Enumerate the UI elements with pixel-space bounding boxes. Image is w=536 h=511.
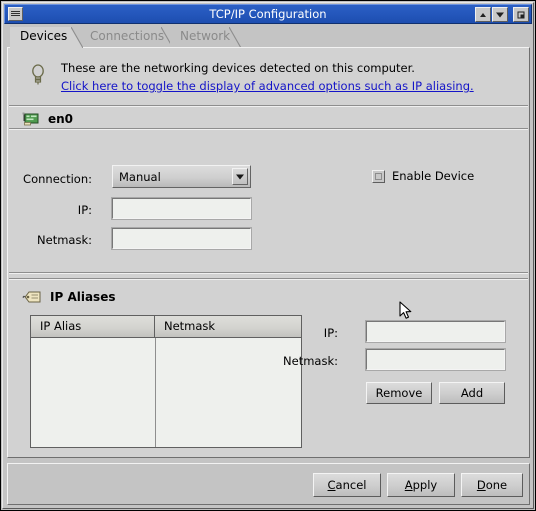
alias-column-separator bbox=[155, 338, 156, 447]
alias-netmask-label: Netmask: bbox=[283, 354, 338, 368]
hint-text-group: These are the networking devices detecte… bbox=[61, 60, 474, 94]
enable-device-label: Enable Device bbox=[392, 169, 475, 183]
done-button[interactable]: Done bbox=[461, 473, 523, 497]
lightbulb-icon bbox=[32, 64, 44, 85]
cancel-button[interactable]: Cancel bbox=[313, 473, 381, 497]
aliases-title: IP Aliases bbox=[50, 290, 116, 304]
tab-strip: Devices Connections Network bbox=[6, 27, 530, 48]
done-label-rest: one bbox=[485, 478, 508, 492]
enable-device-checkbox-row[interactable]: Enable Device bbox=[372, 169, 474, 183]
tab-slant-icon bbox=[71, 27, 83, 48]
device-ip-label: IP: bbox=[77, 203, 92, 217]
add-alias-button[interactable]: Add bbox=[439, 382, 505, 404]
connection-label: Connection: bbox=[23, 172, 92, 186]
device-group-header: en0 bbox=[22, 110, 73, 128]
devices-panel: These are the networking devices detecte… bbox=[7, 47, 530, 458]
column-header-ip-alias[interactable]: IP Alias bbox=[31, 316, 155, 338]
hint-description: These are the networking devices detecte… bbox=[61, 61, 415, 75]
aliases-group-header: IP Aliases bbox=[22, 288, 115, 306]
add-alias-label: Add bbox=[460, 386, 484, 400]
alias-netmask-input[interactable] bbox=[365, 348, 506, 371]
apply-label: Apply bbox=[404, 478, 438, 492]
device-name: en0 bbox=[48, 112, 74, 126]
connection-value: Manual bbox=[119, 169, 161, 184]
chevron-down-icon[interactable] bbox=[232, 168, 248, 185]
window-title: TCP/IP Configuration bbox=[209, 7, 327, 21]
device-netmask-label: Netmask: bbox=[37, 233, 92, 247]
network-card-icon bbox=[22, 112, 39, 126]
alias-ip-input[interactable] bbox=[365, 320, 506, 343]
tab-devices[interactable]: Devices bbox=[10, 27, 83, 48]
tab-connections[interactable]: Connections bbox=[80, 27, 173, 48]
apply-button[interactable]: Apply bbox=[387, 473, 455, 497]
remove-alias-label: Remove bbox=[375, 386, 423, 400]
tcpip-configuration-window: TCP/IP Configuration Devices Connections… bbox=[0, 0, 536, 511]
hint-block: These are the networking devices detecte… bbox=[16, 57, 516, 101]
cancel-label: Cancel bbox=[327, 478, 367, 492]
enable-device-checkbox[interactable] bbox=[372, 169, 385, 183]
alias-ip-label: IP: bbox=[323, 326, 338, 340]
device-netmask-input[interactable] bbox=[111, 227, 252, 250]
divider-top bbox=[9, 105, 528, 107]
tab-network[interactable]: Network bbox=[170, 27, 241, 48]
divider-device-bottom bbox=[9, 272, 528, 274]
divider-aliases-top bbox=[9, 278, 528, 280]
connection-select[interactable]: Manual bbox=[112, 165, 251, 188]
done-label: Done bbox=[476, 478, 508, 492]
toggle-advanced-options-link[interactable]: Click here to toggle the display of adva… bbox=[61, 78, 474, 94]
apply-label-rest: pply bbox=[412, 478, 438, 492]
cancel-label-rest: ancel bbox=[335, 478, 367, 492]
tag-icon bbox=[22, 291, 41, 303]
tab-slant-icon bbox=[229, 27, 241, 48]
title-bar[interactable]: TCP/IP Configuration bbox=[4, 4, 532, 24]
close-icon[interactable] bbox=[513, 7, 529, 22]
minimize-icon[interactable] bbox=[475, 7, 491, 22]
maximize-icon[interactable] bbox=[492, 7, 508, 22]
device-ip-input[interactable] bbox=[111, 197, 252, 220]
footer-bar: Cancel Apply Done bbox=[7, 463, 530, 505]
window-buttons bbox=[474, 7, 529, 22]
divider-device-header bbox=[9, 128, 528, 130]
remove-alias-button[interactable]: Remove bbox=[366, 382, 432, 404]
